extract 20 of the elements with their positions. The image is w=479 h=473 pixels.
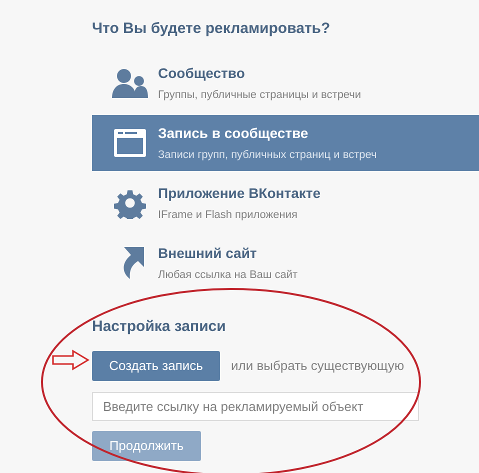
option-title: Запись в сообществе: [158, 124, 310, 143]
create-post-button[interactable]: Создать запись: [92, 351, 220, 381]
option-item[interactable]: Внешний сайт Любая ссылка на Ваш сайт: [92, 235, 479, 291]
window-icon: [114, 129, 146, 157]
option-subtitle: Любая ссылка на Ваш сайт: [158, 268, 298, 283]
gear-icon: [114, 187, 146, 219]
choose-existing-link[interactable]: или выбрать существующую: [231, 356, 404, 376]
option-subtitle: Записи групп, публичных страниц и встреч: [158, 148, 377, 163]
option-title: Внешний сайт: [158, 244, 258, 263]
option-item[interactable]: Сообщество Группы, публичные страницы и встречи: [92, 55, 479, 111]
people-icon: [112, 68, 148, 98]
section-heading: Настройка записи: [92, 317, 227, 337]
option-item[interactable]: Запись в сообществе Записи групп, публичных страниц и встреч: [92, 115, 479, 171]
option-title: Приложение ВКонтакте: [158, 184, 321, 203]
link-input-field[interactable]: Введите ссылку на рекламируемый объект: [92, 392, 419, 421]
option-subtitle: Группы, публичные страницы и встречи: [158, 88, 362, 103]
option-item[interactable]: Приложение ВКонтакте IFrame и Flash приложения: [92, 175, 479, 231]
option-subtitle: IFrame и Flash приложения: [158, 208, 298, 223]
option-title: Сообщество: [158, 64, 246, 83]
section-heading: Что Вы будете рекламировать?: [92, 19, 332, 39]
